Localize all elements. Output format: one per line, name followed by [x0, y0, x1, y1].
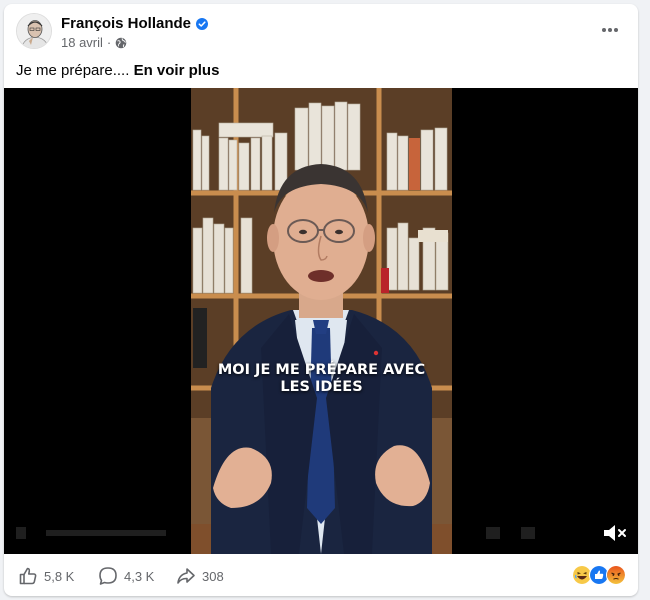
likes-count: 5,8 K [44, 568, 75, 584]
angry-icon [606, 565, 626, 585]
post-caption: Je me prépare.... En voir plus [16, 62, 219, 79]
post-meta: 18 avril · [61, 35, 127, 50]
verified-badge-icon [196, 17, 209, 30]
caption-text: Je me prépare.... [16, 62, 130, 79]
share-button[interactable]: 308 [176, 566, 224, 586]
like-button[interactable]: 5,8 K [18, 566, 74, 586]
video-subtitle: MOI JE ME PRÉPARE AVEC LES IDÉES [191, 362, 452, 396]
thumbs-up-icon [19, 567, 37, 585]
comment-button[interactable]: 4,3 K [98, 566, 154, 586]
mute-icon[interactable] [602, 522, 628, 544]
video-player[interactable]: MOI JE ME PRÉPARE AVEC LES IDÉES [4, 88, 638, 554]
video-frame: MOI JE ME PRÉPARE AVEC LES IDÉES [191, 88, 452, 554]
video-still-image [191, 88, 452, 554]
more-options-button[interactable] [596, 16, 624, 44]
post-card: François Hollande 18 avril · Je me prépa… [4, 4, 638, 596]
share-arrow-icon [177, 568, 195, 584]
subtitle-line-2: LES IDÉES [280, 379, 363, 395]
video-controls-bar [16, 527, 535, 539]
reactions-summary[interactable] [572, 565, 626, 585]
author-avatar[interactable] [16, 13, 52, 49]
see-more-link[interactable]: En voir plus [134, 62, 220, 79]
subtitle-line-1: MOI JE ME PRÉPARE AVEC [217, 362, 426, 378]
shares-count: 308 [202, 568, 224, 584]
ellipsis-icon [602, 28, 618, 32]
comment-icon [99, 567, 117, 585]
avatar-portrait [17, 14, 51, 48]
comments-count: 4,3 K [124, 568, 155, 584]
author-name[interactable]: François Hollande [61, 15, 191, 32]
globe-icon [115, 37, 127, 48]
post-header: François Hollande 18 avril · [4, 4, 638, 56]
post-date[interactable]: 18 avril [61, 35, 103, 50]
meta-separator: · [106, 35, 112, 50]
post-actions: 5,8 K 4,3 K 308 [4, 554, 638, 596]
